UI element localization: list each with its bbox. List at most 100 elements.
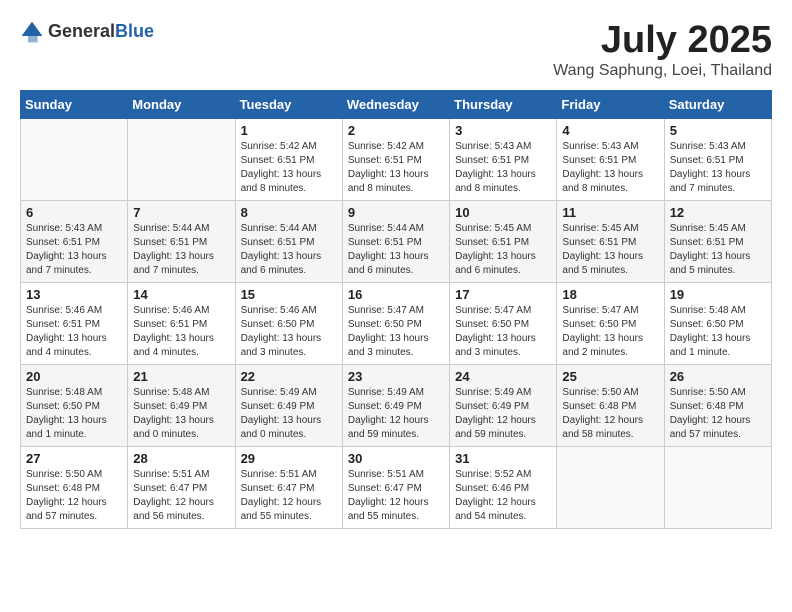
calendar-cell: 14 Sunrise: 5:46 AM Sunset: 6:51 PM Dayli… — [128, 282, 235, 364]
calendar-week-5: 27 Sunrise: 5:50 AM Sunset: 6:48 PM Dayli… — [21, 446, 772, 528]
logo-icon — [20, 20, 44, 44]
day-number: 17 — [455, 287, 551, 302]
calendar-cell: 9 Sunrise: 5:44 AM Sunset: 6:51 PM Daylig… — [342, 200, 449, 282]
day-info: Sunrise: 5:43 AM Sunset: 6:51 PM Dayligh… — [562, 140, 658, 196]
day-info: Sunrise: 5:51 AM Sunset: 6:47 PM Dayligh… — [348, 468, 444, 524]
calendar-cell — [557, 446, 664, 528]
calendar-cell — [128, 118, 235, 200]
column-header-wednesday: Wednesday — [342, 90, 449, 118]
day-info: Sunrise: 5:43 AM Sunset: 6:51 PM Dayligh… — [26, 222, 122, 278]
calendar-week-1: 1 Sunrise: 5:42 AM Sunset: 6:51 PM Daylig… — [21, 118, 772, 200]
calendar-cell: 15 Sunrise: 5:46 AM Sunset: 6:50 PM Dayli… — [235, 282, 342, 364]
day-info: Sunrise: 5:51 AM Sunset: 6:47 PM Dayligh… — [241, 468, 337, 524]
location-title: Wang Saphung, Loei, Thailand — [553, 62, 772, 80]
day-number: 5 — [670, 123, 766, 138]
day-info: Sunrise: 5:47 AM Sunset: 6:50 PM Dayligh… — [455, 304, 551, 360]
day-info: Sunrise: 5:50 AM Sunset: 6:48 PM Dayligh… — [670, 386, 766, 442]
day-info: Sunrise: 5:45 AM Sunset: 6:51 PM Dayligh… — [455, 222, 551, 278]
day-info: Sunrise: 5:48 AM Sunset: 6:50 PM Dayligh… — [26, 386, 122, 442]
day-info: Sunrise: 5:44 AM Sunset: 6:51 PM Dayligh… — [348, 222, 444, 278]
calendar-cell: 20Sunrise: 5:48 AM Sunset: 6:50 PM Dayli… — [21, 364, 128, 446]
day-number: 26 — [670, 369, 766, 384]
calendar-cell: 31 Sunrise: 5:52 AM Sunset: 6:46 PM Dayli… — [450, 446, 557, 528]
day-info: Sunrise: 5:46 AM Sunset: 6:50 PM Dayligh… — [241, 304, 337, 360]
day-info: Sunrise: 5:50 AM Sunset: 6:48 PM Dayligh… — [562, 386, 658, 442]
day-number: 29 — [241, 451, 337, 466]
day-info: Sunrise: 5:44 AM Sunset: 6:51 PM Dayligh… — [133, 222, 229, 278]
calendar-cell — [21, 118, 128, 200]
page-header: GeneralBlue July 2025 Wang Saphung, Loei… — [20, 20, 772, 80]
day-number: 10 — [455, 205, 551, 220]
column-header-sunday: Sunday — [21, 90, 128, 118]
day-info: Sunrise: 5:49 AM Sunset: 6:49 PM Dayligh… — [348, 386, 444, 442]
calendar-cell: 17 Sunrise: 5:47 AM Sunset: 6:50 PM Dayli… — [450, 282, 557, 364]
title-block: July 2025 Wang Saphung, Loei, Thailand — [553, 20, 772, 80]
calendar-week-3: 13 Sunrise: 5:46 AM Sunset: 6:51 PM Dayli… — [21, 282, 772, 364]
day-info: Sunrise: 5:52 AM Sunset: 6:46 PM Dayligh… — [455, 468, 551, 524]
day-number: 1 — [241, 123, 337, 138]
day-number: 9 — [348, 205, 444, 220]
calendar-cell: 22Sunrise: 5:49 AM Sunset: 6:49 PM Dayli… — [235, 364, 342, 446]
column-header-tuesday: Tuesday — [235, 90, 342, 118]
day-number: 22 — [241, 369, 337, 384]
day-info: Sunrise: 5:45 AM Sunset: 6:51 PM Dayligh… — [670, 222, 766, 278]
calendar-cell: 4Sunrise: 5:43 AM Sunset: 6:51 PM Daylig… — [557, 118, 664, 200]
day-info: Sunrise: 5:48 AM Sunset: 6:50 PM Dayligh… — [670, 304, 766, 360]
day-number: 16 — [348, 287, 444, 302]
calendar-cell: 16Sunrise: 5:47 AM Sunset: 6:50 PM Dayli… — [342, 282, 449, 364]
day-number: 30 — [348, 451, 444, 466]
day-number: 31 — [455, 451, 551, 466]
calendar-body: 1 Sunrise: 5:42 AM Sunset: 6:51 PM Daylig… — [21, 118, 772, 528]
calendar-cell: 5 Sunrise: 5:43 AM Sunset: 6:51 PM Daylig… — [664, 118, 771, 200]
day-number: 8 — [241, 205, 337, 220]
calendar-cell: 30 Sunrise: 5:51 AM Sunset: 6:47 PM Dayli… — [342, 446, 449, 528]
day-info: Sunrise: 5:45 AM Sunset: 6:51 PM Dayligh… — [562, 222, 658, 278]
day-info: Sunrise: 5:50 AM Sunset: 6:48 PM Dayligh… — [26, 468, 122, 524]
day-number: 24 — [455, 369, 551, 384]
calendar-cell — [664, 446, 771, 528]
column-header-saturday: Saturday — [664, 90, 771, 118]
calendar-cell: 25 Sunrise: 5:50 AM Sunset: 6:48 PM Dayli… — [557, 364, 664, 446]
calendar-cell: 26 Sunrise: 5:50 AM Sunset: 6:48 PM Dayli… — [664, 364, 771, 446]
calendar-week-2: 6 Sunrise: 5:43 AM Sunset: 6:51 PM Daylig… — [21, 200, 772, 282]
calendar-week-4: 20Sunrise: 5:48 AM Sunset: 6:50 PM Dayli… — [21, 364, 772, 446]
day-number: 6 — [26, 205, 122, 220]
day-number: 15 — [241, 287, 337, 302]
day-number: 2 — [348, 123, 444, 138]
day-info: Sunrise: 5:46 AM Sunset: 6:51 PM Dayligh… — [26, 304, 122, 360]
day-number: 12 — [670, 205, 766, 220]
day-number: 13 — [26, 287, 122, 302]
calendar-header-row: SundayMondayTuesdayWednesdayThursdayFrid… — [21, 90, 772, 118]
day-info: Sunrise: 5:43 AM Sunset: 6:51 PM Dayligh… — [455, 140, 551, 196]
calendar-cell: 28Sunrise: 5:51 AM Sunset: 6:47 PM Dayli… — [128, 446, 235, 528]
day-number: 19 — [670, 287, 766, 302]
day-number: 14 — [133, 287, 229, 302]
calendar-cell: 13 Sunrise: 5:46 AM Sunset: 6:51 PM Dayli… — [21, 282, 128, 364]
column-header-thursday: Thursday — [450, 90, 557, 118]
day-info: Sunrise: 5:46 AM Sunset: 6:51 PM Dayligh… — [133, 304, 229, 360]
day-number: 27 — [26, 451, 122, 466]
calendar-cell: 29 Sunrise: 5:51 AM Sunset: 6:47 PM Dayli… — [235, 446, 342, 528]
day-number: 11 — [562, 205, 658, 220]
calendar-cell: 27 Sunrise: 5:50 AM Sunset: 6:48 PM Dayli… — [21, 446, 128, 528]
calendar-cell: 21Sunrise: 5:48 AM Sunset: 6:49 PM Dayli… — [128, 364, 235, 446]
calendar-cell: 11 Sunrise: 5:45 AM Sunset: 6:51 PM Dayli… — [557, 200, 664, 282]
calendar-table: SundayMondayTuesdayWednesdayThursdayFrid… — [20, 90, 772, 529]
day-number: 18 — [562, 287, 658, 302]
calendar-cell: 2 Sunrise: 5:42 AM Sunset: 6:51 PM Daylig… — [342, 118, 449, 200]
calendar-cell: 23Sunrise: 5:49 AM Sunset: 6:49 PM Dayli… — [342, 364, 449, 446]
day-number: 3 — [455, 123, 551, 138]
calendar-cell: 18 Sunrise: 5:47 AM Sunset: 6:50 PM Dayli… — [557, 282, 664, 364]
column-header-friday: Friday — [557, 90, 664, 118]
calendar-cell: 8Sunrise: 5:44 AM Sunset: 6:51 PM Daylig… — [235, 200, 342, 282]
day-number: 7 — [133, 205, 229, 220]
calendar-cell: 24Sunrise: 5:49 AM Sunset: 6:49 PM Dayli… — [450, 364, 557, 446]
day-info: Sunrise: 5:47 AM Sunset: 6:50 PM Dayligh… — [562, 304, 658, 360]
day-number: 25 — [562, 369, 658, 384]
day-number: 28 — [133, 451, 229, 466]
calendar-cell: 12 Sunrise: 5:45 AM Sunset: 6:51 PM Dayli… — [664, 200, 771, 282]
calendar-cell: 1 Sunrise: 5:42 AM Sunset: 6:51 PM Daylig… — [235, 118, 342, 200]
day-info: Sunrise: 5:43 AM Sunset: 6:51 PM Dayligh… — [670, 140, 766, 196]
day-info: Sunrise: 5:42 AM Sunset: 6:51 PM Dayligh… — [241, 140, 337, 196]
day-info: Sunrise: 5:42 AM Sunset: 6:51 PM Dayligh… — [348, 140, 444, 196]
